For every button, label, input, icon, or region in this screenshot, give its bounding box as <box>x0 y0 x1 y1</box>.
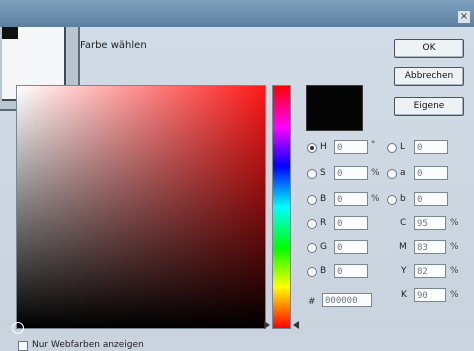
hex-prefix: # <box>308 297 316 307</box>
label-blue: B <box>320 266 327 276</box>
blue-input[interactable]: 0 <box>334 264 368 278</box>
radio-blue[interactable] <box>307 267 317 277</box>
b-lab-input[interactable]: 0 <box>414 192 448 206</box>
dialog-title: Farbe wählen <box>80 40 147 51</box>
radio-a[interactable] <box>387 169 397 179</box>
radio-hue[interactable] <box>307 143 317 153</box>
title-bar: × <box>0 0 474 27</box>
web-colors-label: Nur Webfarben anzeigen <box>32 340 144 350</box>
unit-percent: % <box>450 242 459 252</box>
unit-percent: % <box>371 168 380 178</box>
slider-arrow-left-icon[interactable] <box>264 321 270 329</box>
saturation-input[interactable]: 0 <box>334 166 368 180</box>
label-saturation: S <box>320 168 326 178</box>
black-input[interactable]: 90 <box>414 288 446 302</box>
radio-lightness[interactable] <box>387 143 397 153</box>
black-swatch <box>2 27 18 39</box>
close-icon[interactable]: × <box>458 11 470 23</box>
label-a: a <box>400 168 406 178</box>
radio-saturation[interactable] <box>307 169 317 179</box>
color-picker-dialog: Farbe wählen OK Abbrechen Eigene H 0 ° S… <box>0 27 474 351</box>
red-input[interactable]: 0 <box>334 216 368 230</box>
green-input[interactable]: 0 <box>334 240 368 254</box>
radio-green[interactable] <box>307 243 317 253</box>
label-yellow: Y <box>401 266 407 276</box>
label-green: G <box>320 242 327 252</box>
slider-arrow-right-icon[interactable] <box>293 321 299 329</box>
magenta-input[interactable]: 83 <box>414 240 446 254</box>
color-field[interactable] <box>12 85 266 334</box>
lightness-input[interactable]: 0 <box>414 140 448 154</box>
label-brightness: B <box>320 194 327 204</box>
hue-input[interactable]: 0 <box>334 140 368 154</box>
selected-color-swatch <box>306 85 363 131</box>
label-hue: H <box>320 142 327 152</box>
brightness-input[interactable]: 0 <box>334 192 368 206</box>
unit-percent: % <box>371 194 380 204</box>
unit-percent: % <box>450 290 459 300</box>
a-input[interactable]: 0 <box>414 166 448 180</box>
unit-percent: % <box>450 266 459 276</box>
unit-percent: % <box>450 218 459 228</box>
label-black: K <box>401 290 407 300</box>
web-colors-checkbox[interactable] <box>18 341 28 351</box>
cancel-button[interactable]: Abbrechen <box>394 67 464 86</box>
label-cyan: C <box>400 218 407 228</box>
radio-red[interactable] <box>307 219 317 229</box>
hex-input[interactable]: 000000 <box>322 293 372 307</box>
unit-degree: ° <box>371 140 376 150</box>
ok-button[interactable]: OK <box>394 39 464 58</box>
label-lightness: L <box>400 142 406 152</box>
custom-colors-button[interactable]: Eigene <box>394 97 464 116</box>
label-b-lab: b <box>400 194 406 204</box>
radio-b-lab[interactable] <box>387 195 397 205</box>
yellow-input[interactable]: 82 <box>414 264 446 278</box>
label-magenta: M <box>399 242 407 252</box>
radio-brightness[interactable] <box>307 195 317 205</box>
hue-slider[interactable] <box>272 85 291 329</box>
label-red: R <box>320 218 327 228</box>
color-field-marker[interactable] <box>12 322 24 334</box>
cyan-input[interactable]: 95 <box>414 216 446 230</box>
